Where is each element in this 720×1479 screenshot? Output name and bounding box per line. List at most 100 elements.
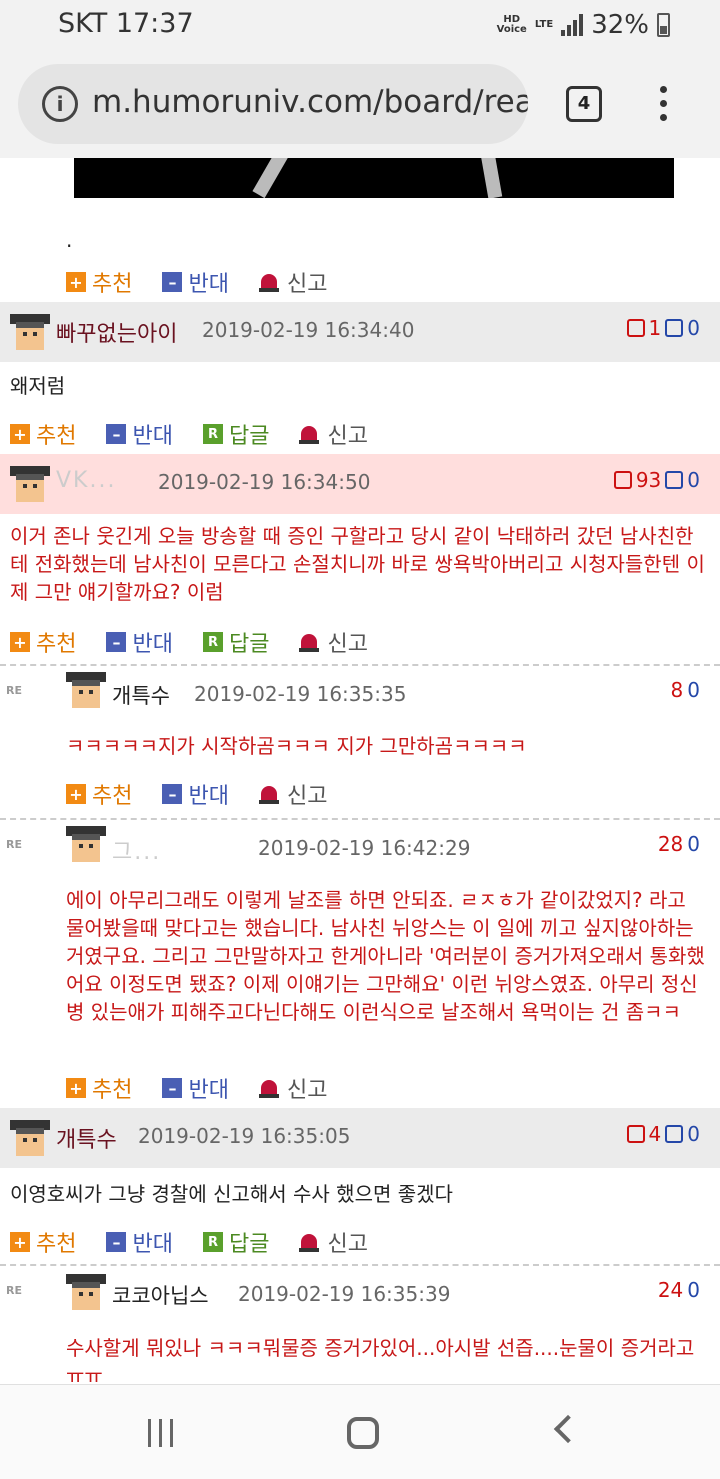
divider bbox=[0, 1264, 720, 1266]
status-bar: SKT 17:37 HD Voice LTE 32% bbox=[0, 0, 720, 50]
avatar bbox=[66, 1274, 106, 1310]
oppose-button[interactable]: – 반대 bbox=[162, 778, 229, 810]
recents-button[interactable] bbox=[148, 1419, 173, 1447]
vote-counts: 93 0 bbox=[613, 468, 700, 492]
reply-nickname[interactable]: 코코아닙스 bbox=[112, 1280, 209, 1310]
vote-counts: 4 0 bbox=[626, 1122, 700, 1146]
report-button[interactable]: 신고 bbox=[299, 1226, 368, 1258]
post-image bbox=[74, 158, 674, 198]
reply-button[interactable]: R 답글 bbox=[202, 418, 269, 450]
reply-button[interactable]: R 답글 bbox=[202, 1226, 269, 1258]
comment-actions: + 추천 – 반대 R 답글 신고 bbox=[10, 1226, 398, 1258]
reply-text: 에이 아무리그래도 이렇게 날조를 하면 안되죠. ㄹㅈㅎ가 같이갔었지? 라고… bbox=[66, 888, 705, 1024]
tab-switcher-button[interactable]: 4 bbox=[566, 86, 602, 122]
reply-date: 2019-02-19 16:35:35 bbox=[194, 682, 407, 706]
report-button[interactable]: 신고 bbox=[258, 266, 327, 298]
comment-nickname[interactable]: VK... bbox=[56, 468, 116, 493]
comment-header: VK... 2019-02-19 16:34:50 93 0 bbox=[0, 454, 720, 514]
plus-icon: + bbox=[66, 784, 86, 804]
reply-icon: R bbox=[202, 424, 223, 444]
report-button[interactable]: 신고 bbox=[258, 778, 327, 810]
post-text: . bbox=[66, 228, 73, 252]
siren-icon bbox=[299, 424, 320, 444]
oppose-button[interactable]: – 반대 bbox=[162, 266, 229, 298]
info-icon[interactable]: i bbox=[42, 86, 78, 122]
thumbs-up-icon bbox=[626, 1125, 645, 1143]
report-button[interactable]: 신고 bbox=[299, 418, 368, 450]
reply-nickname[interactable]: 그... bbox=[112, 834, 161, 866]
reply-marker: RE bbox=[6, 684, 22, 697]
oppose-button[interactable]: – 반대 bbox=[162, 1072, 229, 1104]
vote-counts: 24 0 bbox=[657, 1278, 700, 1302]
overflow-menu-icon[interactable] bbox=[660, 86, 668, 122]
reply-icon: R bbox=[202, 632, 223, 652]
reply-icon: R bbox=[202, 1232, 223, 1252]
status-icons: HD Voice LTE 32% bbox=[497, 10, 670, 40]
signal-icon bbox=[561, 14, 584, 36]
avatar bbox=[10, 1120, 50, 1156]
plus-icon: + bbox=[66, 1078, 86, 1098]
comment-text: 이영호씨가 그냥 경찰에 신고해서 수사 했으면 좋겠다 bbox=[10, 1182, 453, 1206]
avatar bbox=[66, 826, 106, 862]
minus-icon: – bbox=[106, 632, 127, 652]
siren-icon bbox=[258, 272, 279, 292]
carrier-time: SKT 17:37 bbox=[58, 8, 194, 39]
system-nav-bar bbox=[0, 1384, 720, 1479]
minus-icon: – bbox=[106, 424, 127, 444]
back-button[interactable] bbox=[553, 1414, 583, 1444]
comment-nickname[interactable]: 개특수 bbox=[56, 1122, 117, 1154]
home-button[interactable] bbox=[347, 1417, 379, 1449]
url-text[interactable]: m.humoruniv.com/board/read bbox=[92, 84, 528, 120]
thumbs-up-icon bbox=[626, 319, 645, 337]
oppose-button[interactable]: – 반대 bbox=[106, 418, 173, 450]
minus-icon: – bbox=[162, 784, 183, 804]
siren-icon bbox=[258, 784, 279, 804]
battery-percent: 32% bbox=[591, 10, 649, 40]
thumbs-down-icon bbox=[665, 319, 684, 337]
recommend-button[interactable]: + 추천 bbox=[10, 1226, 76, 1258]
address-bar[interactable]: i m.humoruniv.com/board/read bbox=[18, 64, 528, 144]
reply-button[interactable]: R 답글 bbox=[202, 626, 269, 658]
avatar bbox=[66, 672, 106, 708]
thumbs-down-icon bbox=[665, 1125, 684, 1143]
report-button[interactable]: 신고 bbox=[299, 626, 368, 658]
comment-header: 개특수 2019-02-19 16:35:05 4 0 bbox=[0, 1108, 720, 1168]
siren-icon bbox=[299, 632, 320, 652]
recommend-button[interactable]: + 추천 bbox=[66, 1072, 132, 1104]
recommend-button[interactable]: + 추천 bbox=[10, 418, 76, 450]
vote-counts: 8 0 bbox=[670, 678, 700, 702]
comment-header: 빠꾸없는아이 2019-02-19 16:34:40 1 0 bbox=[0, 302, 720, 362]
battery-icon bbox=[657, 13, 670, 37]
reply-date: 2019-02-19 16:35:39 bbox=[238, 1282, 451, 1306]
minus-icon: – bbox=[162, 1078, 183, 1098]
recommend-button[interactable]: + 추천 bbox=[10, 626, 76, 658]
reply-date: 2019-02-19 16:42:29 bbox=[258, 836, 471, 860]
comment-nickname[interactable]: 빠꾸없는아이 bbox=[56, 316, 177, 348]
avatar bbox=[10, 466, 50, 502]
comment-text: 이거 존나 웃긴게 오늘 방송할 때 증인 구할라고 당시 같이 낙태하러 갔던… bbox=[10, 524, 705, 604]
avatar bbox=[10, 314, 50, 350]
comment-list: . + 추천 – 반대 신고 빠꾸없는아이 2019-02-19 16:34:40 … bbox=[0, 158, 720, 1384]
hd-voice-icon: HD Voice bbox=[496, 14, 527, 35]
reply-marker: RE bbox=[6, 838, 22, 851]
reply-actions: + 추천 – 반대 신고 bbox=[66, 1072, 357, 1104]
recommend-button[interactable]: + 추천 bbox=[66, 778, 132, 810]
oppose-button[interactable]: – 반대 bbox=[106, 626, 173, 658]
comment-actions: + 추천 – 반대 R 답글 신고 bbox=[10, 418, 398, 450]
comment-actions: + 추천 – 반대 R 답글 신고 bbox=[10, 626, 398, 658]
report-button[interactable]: 신고 bbox=[258, 1072, 327, 1104]
recommend-button[interactable]: + 추천 bbox=[66, 266, 132, 298]
browser-toolbar: i m.humoruniv.com/board/read 4 bbox=[0, 50, 720, 158]
reply-actions: + 추천 – 반대 신고 bbox=[66, 778, 357, 810]
plus-icon: + bbox=[10, 1232, 30, 1252]
reply-nickname[interactable]: 개특수 bbox=[112, 680, 170, 710]
plus-icon: + bbox=[66, 272, 86, 292]
siren-icon bbox=[258, 1078, 279, 1098]
vote-counts: 1 0 bbox=[626, 316, 700, 340]
plus-icon: + bbox=[10, 632, 30, 652]
divider bbox=[0, 818, 720, 820]
siren-icon bbox=[299, 1232, 320, 1252]
minus-icon: – bbox=[162, 272, 183, 292]
oppose-button[interactable]: – 반대 bbox=[106, 1226, 173, 1258]
thumbs-down-icon bbox=[665, 471, 684, 489]
